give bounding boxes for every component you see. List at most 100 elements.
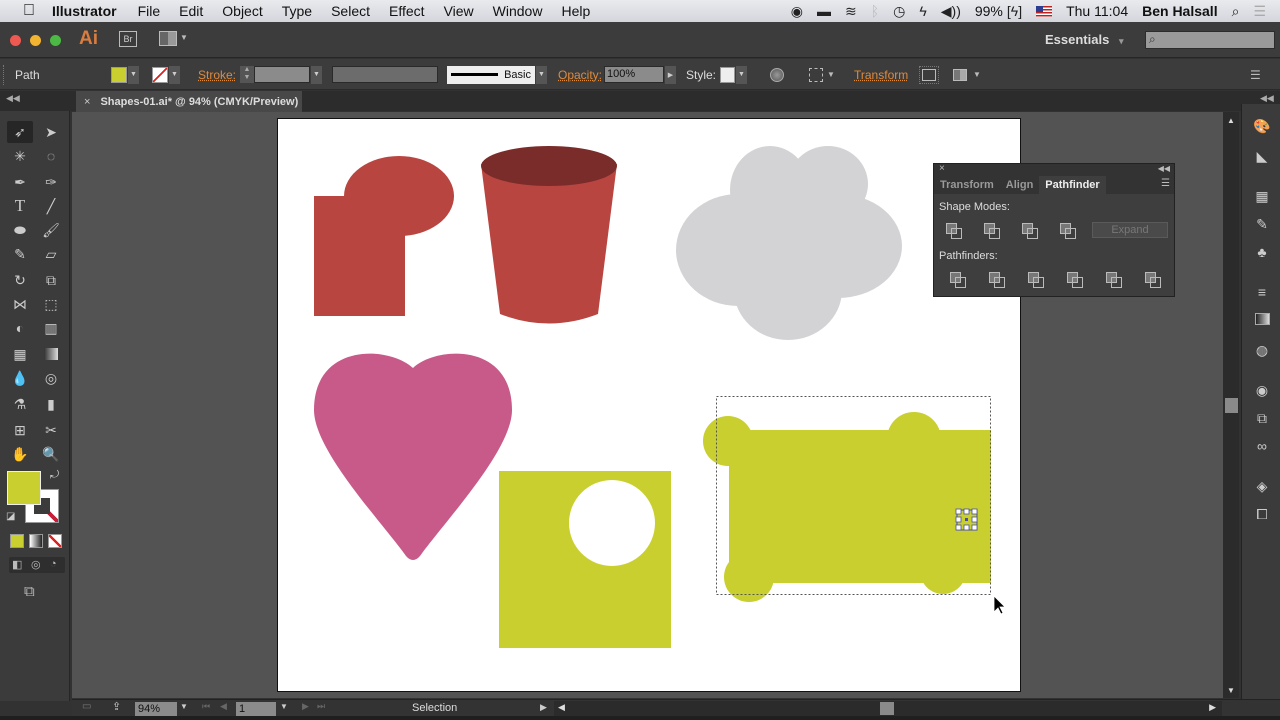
scroll-left-icon[interactable]: ◀ [558, 702, 565, 713]
lasso-tool-icon[interactable]: ◌ [38, 145, 64, 167]
graphic-styles-panel-icon[interactable]: ⧉ [1252, 410, 1272, 428]
rotate-tool-icon[interactable]: ↻ [7, 269, 33, 291]
collapse-panel-icon[interactable]: ◀◀ [1158, 164, 1170, 173]
color-guide-panel-icon[interactable]: ◣ [1252, 148, 1272, 166]
unite-button[interactable] [945, 222, 962, 239]
menu-type[interactable]: Type [282, 3, 312, 19]
brushes-panel-icon[interactable]: ✎ [1252, 216, 1272, 234]
select-similar-icon[interactable] [953, 68, 967, 81]
draw-inside-icon[interactable]: ◔ [50, 558, 57, 570]
previous-artboard-icon[interactable]: ◀ [220, 701, 227, 712]
cc-libraries-panel-icon[interactable]: ∞ [1252, 438, 1272, 456]
gradient-tool-icon[interactable] [38, 343, 64, 365]
curvature-tool-icon[interactable]: ✑ [38, 171, 64, 193]
graphic-style-dropdown-icon[interactable]: ▼ [736, 65, 747, 84]
spotlight-icon[interactable]: ⌕ [1232, 3, 1240, 20]
exclude-button[interactable] [1059, 222, 1076, 239]
current-tool-label[interactable]: Selection [412, 702, 457, 714]
variable-width-profile-select[interactable] [332, 66, 438, 83]
tab-transform[interactable]: Transform [934, 176, 1000, 194]
bluetooth-icon[interactable]: ᛒ [871, 3, 879, 19]
vertical-scrollbar[interactable]: ▲ ▼ [1223, 112, 1239, 698]
next-artboard-icon[interactable]: ▶ [302, 701, 309, 712]
bridge-button[interactable]: Br [119, 31, 137, 47]
time-machine-icon[interactable]: ◷ [893, 3, 905, 20]
menu-help[interactable]: Help [561, 3, 590, 19]
pen-tool-icon[interactable]: ✒ [7, 171, 33, 193]
gradient-panel-icon[interactable] [1252, 312, 1272, 330]
align-to-selection-icon[interactable] [809, 67, 823, 82]
zoom-window-button[interactable] [50, 35, 61, 46]
width-tool-icon[interactable]: ⋈ [7, 293, 33, 315]
artboard-dropdown-icon[interactable]: ▼ [280, 702, 288, 711]
apple-menu-icon[interactable]:  [20, 2, 38, 20]
artboard[interactable] [277, 118, 1021, 692]
status-menu-icon[interactable]: ▶ [540, 702, 547, 713]
record-icon[interactable]: ◉ [791, 3, 803, 20]
eraser-tool-icon[interactable]: ▱ [38, 243, 64, 265]
brush-dropdown-icon[interactable]: ▼ [536, 65, 547, 84]
menu-object[interactable]: Object [222, 3, 262, 19]
clock[interactable]: Thu 11:04 [1066, 3, 1128, 19]
share-icon[interactable]: ⇪ [112, 700, 121, 713]
control-panel-menu-icon[interactable]: ☰ [1250, 68, 1261, 82]
shape-builder-tool-icon[interactable]: ◐ [7, 317, 33, 339]
eyedropper-tool-icon[interactable]: 💧 [7, 367, 33, 389]
trim-button[interactable] [988, 271, 1005, 288]
control-bar-grip[interactable] [3, 59, 6, 90]
collapse-dock-icon[interactable]: ◀◀ [1260, 93, 1274, 104]
isolate-selected-icon[interactable] [919, 65, 939, 84]
opacity-input[interactable]: 100% [604, 66, 664, 83]
change-screen-mode-icon[interactable]: ⧉ [24, 583, 35, 600]
recolor-artwork-icon[interactable] [770, 67, 784, 82]
color-panel-icon[interactable]: 🎨 [1252, 118, 1272, 136]
opacity-label[interactable]: Opacity: [558, 68, 602, 82]
mesh-tool-icon[interactable]: ▦ [7, 343, 33, 365]
scroll-down-icon[interactable]: ▼ [1227, 686, 1235, 695]
first-artboard-icon[interactable]: ⏮ [202, 701, 210, 712]
transform-link[interactable]: Transform [854, 68, 908, 82]
stroke-label[interactable]: Stroke: [198, 68, 236, 82]
vertical-scroll-thumb[interactable] [1225, 398, 1238, 413]
tab-align[interactable]: Align [1000, 176, 1040, 194]
menu-view[interactable]: View [444, 3, 474, 19]
layers-panel-icon[interactable]: ◈ [1252, 478, 1272, 496]
zoom-tool-icon[interactable]: 🔍 [38, 443, 64, 465]
perspective-grid-tool-icon[interactable]: ▥ [38, 317, 64, 339]
outline-button[interactable] [1105, 271, 1122, 288]
menu-app-name[interactable]: Illustrator [52, 3, 117, 19]
opacity-slider-toggle-icon[interactable]: ▶ [665, 65, 676, 84]
select-similar-dropdown-icon[interactable]: ▼ [973, 70, 981, 79]
minimize-window-button[interactable] [30, 35, 41, 46]
fill-color-control[interactable]: ▼ [111, 59, 139, 90]
close-window-button[interactable] [10, 35, 21, 46]
display-icon[interactable]: ▬ [817, 3, 831, 19]
menu-edit[interactable]: Edit [179, 3, 203, 19]
tab-pathfinder[interactable]: Pathfinder [1039, 176, 1106, 194]
gpu-preview-icon[interactable]: ▭ [82, 701, 91, 712]
brush-definition-select[interactable]: Basic [447, 65, 535, 84]
stroke-weight-dropdown-icon[interactable]: ▼ [311, 65, 322, 84]
stroke-dropdown-icon[interactable]: ▼ [169, 65, 180, 84]
stroke-panel-icon[interactable]: ≡ [1252, 284, 1272, 302]
intersect-button[interactable] [1021, 222, 1038, 239]
menu-effect[interactable]: Effect [389, 3, 425, 19]
line-segment-tool-icon[interactable]: ╱ [38, 195, 64, 217]
swatches-panel-icon[interactable]: ▦ [1252, 188, 1272, 206]
stroke-weight-input[interactable] [254, 66, 310, 83]
symbols-panel-icon[interactable]: ♣ [1252, 244, 1272, 262]
horizontal-scroll-thumb[interactable] [880, 702, 894, 715]
gradient-mode-button[interactable] [29, 534, 43, 548]
align-dropdown-icon[interactable]: ▼ [827, 70, 835, 79]
fill-swatch[interactable] [111, 66, 127, 83]
draw-normal-icon[interactable]: ◧ [12, 558, 22, 571]
wifi-icon[interactable]: ≋ [845, 3, 857, 20]
divide-button[interactable] [949, 271, 966, 288]
menu-file[interactable]: File [138, 3, 161, 19]
default-fill-stroke-icon[interactable]: ◪ [6, 511, 15, 522]
minus-back-button[interactable] [1144, 271, 1161, 288]
paintbrush-tool-icon[interactable]: 🖌 [38, 219, 64, 241]
menu-window[interactable]: Window [493, 3, 543, 19]
draw-behind-icon[interactable]: ◎ [31, 558, 41, 571]
horizontal-scrollbar[interactable]: ◀ ▶ [554, 701, 1222, 716]
